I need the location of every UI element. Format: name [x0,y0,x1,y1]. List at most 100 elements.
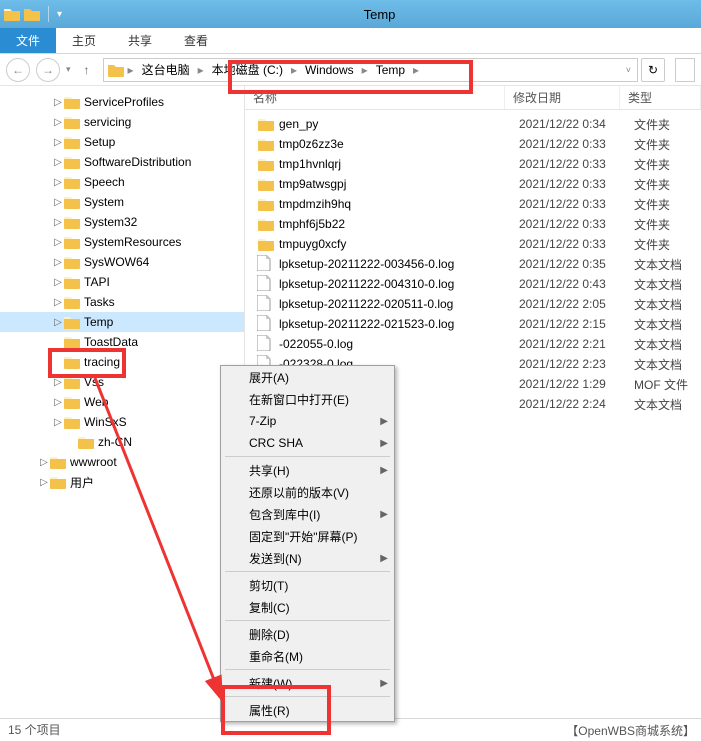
breadcrumb-dropdown-icon[interactable]: ˅ [626,65,631,75]
tree-expand-icon[interactable]: ▷ [52,297,64,308]
col-date[interactable]: 修改日期 [505,86,620,109]
menu-item[interactable]: 包含到库中(I)▶ [221,503,394,525]
tree-item[interactable]: ▷SoftwareDistribution [0,152,244,172]
tree-item[interactable]: ▷SystemResources [0,232,244,252]
menu-item[interactable]: 复制(C) [221,596,394,618]
tree-item[interactable]: ▷ToastData [0,332,244,352]
tree-expand-icon[interactable]: ▷ [52,377,64,388]
back-button[interactable]: ← [6,58,30,82]
file-row[interactable]: tmp1hvnlqrj2021/12/22 0:33文件夹 [245,154,701,174]
tab-home[interactable]: 主页 [56,28,112,53]
file-row[interactable]: lpksetup-20211222-021523-0.log2021/12/22… [245,314,701,334]
col-name[interactable]: 名称 [245,86,505,109]
tree-item[interactable]: ▷Tasks [0,292,244,312]
tree-expand-icon[interactable]: ▷ [38,457,50,468]
folder-icon [64,295,80,309]
context-menu[interactable]: 展开(A)在新窗口中打开(E)7-Zip▶CRC SHA▶共享(H)▶还原以前的… [220,365,395,722]
folder-icon [64,95,80,109]
file-date: 2021/12/22 0:33 [519,137,634,151]
file-row[interactable]: tmphf6j5b222021/12/22 0:33文件夹 [245,214,701,234]
crumb-windows[interactable]: Windows [299,63,360,77]
crumb-drive[interactable]: 本地磁盘 (C:) [206,61,289,78]
tree-expand-icon[interactable]: ▷ [52,277,64,288]
file-row[interactable]: -022055-0.log2021/12/22 2:21文本文档 [245,334,701,354]
menu-item[interactable]: 在新窗口中打开(E) [221,388,394,410]
tree-item[interactable]: ▷System [0,192,244,212]
tree-expand-icon[interactable]: ▷ [52,417,64,428]
crumb-pc[interactable]: 这台电脑 [136,61,196,78]
tab-view[interactable]: 查看 [168,28,224,53]
qat-new-folder-icon[interactable] [24,7,40,21]
tree-item[interactable]: ▷SysWOW64 [0,252,244,272]
menu-item[interactable]: 删除(D) [221,623,394,645]
tree-expand-icon[interactable]: ▷ [38,477,50,488]
tree-item[interactable]: ▷zh-CN [0,432,244,452]
tree-item[interactable]: ▷servicing [0,112,244,132]
tree-item[interactable]: ▷tracing [0,352,244,372]
tree-expand-icon[interactable]: ▷ [52,257,64,268]
file-row[interactable]: tmpdmzih9hq2021/12/22 0:33文件夹 [245,194,701,214]
menu-item[interactable]: 新建(W)▶ [221,672,394,694]
file-row[interactable]: lpksetup-20211222-004310-0.log2021/12/22… [245,274,701,294]
menu-label: CRC SHA [249,436,303,450]
file-row[interactable]: gen_py2021/12/22 0:34文件夹 [245,114,701,134]
menu-item[interactable]: CRC SHA▶ [221,432,394,454]
tree-expand-icon[interactable]: ▷ [52,217,64,228]
folder-icon [64,275,80,289]
tree-expand-icon[interactable]: ▷ [52,117,64,128]
tree-item[interactable]: ▷Temp [0,312,244,332]
tree-expand-icon[interactable]: ▷ [52,397,64,408]
tree-expand-icon[interactable]: ▷ [52,237,64,248]
tree-expand-icon[interactable]: ▷ [52,97,64,108]
forward-button[interactable]: → [36,58,60,82]
file-row[interactable]: lpksetup-20211222-020511-0.log2021/12/22… [245,294,701,314]
menu-item[interactable]: 还原以前的版本(V) [221,481,394,503]
file-row[interactable]: tmp9atwsgpj2021/12/22 0:33文件夹 [245,174,701,194]
qat: ▾ [4,6,62,22]
column-header[interactable]: 名称 修改日期 类型 [245,86,701,110]
tree-item[interactable]: ▷ServiceProfiles [0,92,244,112]
file-name: tmp1hvnlqrj [279,157,519,171]
crumb-temp[interactable]: Temp [370,63,411,77]
menu-item[interactable]: 重命名(M) [221,645,394,667]
tree-item[interactable]: ▷wwwroot [0,452,244,472]
tree-item[interactable]: ▷用户 [0,472,244,492]
search-box[interactable] [675,58,695,82]
folder-icon [64,395,80,409]
tree-expand-icon[interactable]: ▷ [52,137,64,148]
tree-expand-icon[interactable]: ▷ [52,197,64,208]
file-row[interactable]: tmpuyg0xcfy2021/12/22 0:33文件夹 [245,234,701,254]
menu-item[interactable]: 发送到(N)▶ [221,547,394,569]
tree-item[interactable]: ▷Setup [0,132,244,152]
tab-share[interactable]: 共享 [112,28,168,53]
file-row[interactable]: lpksetup-20211222-003456-0.log2021/12/22… [245,254,701,274]
submenu-arrow-icon: ▶ [380,465,388,476]
menu-item[interactable]: 共享(H)▶ [221,459,394,481]
tree-expand-icon[interactable]: ▷ [52,177,64,188]
menu-item[interactable]: 剪切(T) [221,574,394,596]
tree-item[interactable]: ▷System32 [0,212,244,232]
file-type: 文件夹 [634,136,701,153]
tree-item[interactable]: ▷Web [0,392,244,412]
menu-item[interactable]: 7-Zip▶ [221,410,394,432]
folder-icon [257,137,275,151]
tree-view[interactable]: ▷ServiceProfiles▷servicing▷Setup▷Softwar… [0,86,245,718]
tree-expand-icon[interactable]: ▷ [52,157,64,168]
folder-icon [64,115,80,129]
breadcrumb[interactable]: ▸ 这台电脑▸ 本地磁盘 (C:)▸ Windows▸ Temp▸ [103,58,638,82]
tree-item[interactable]: ▷TAPI [0,272,244,292]
col-type[interactable]: 类型 [620,86,701,109]
tab-file[interactable]: 文件 [0,28,56,53]
menu-item[interactable]: 展开(A) [221,366,394,388]
up-button[interactable]: ↑ [77,60,97,80]
tree-expand-icon[interactable]: ▷ [52,317,64,328]
history-dropdown-icon[interactable]: ▾ [66,64,71,75]
file-row[interactable]: tmp0z6zz3e2021/12/22 0:33文件夹 [245,134,701,154]
refresh-button[interactable]: ↻ [641,58,665,82]
tree-item[interactable]: ▷Vss [0,372,244,392]
menu-item[interactable]: 固定到"开始"屏幕(P) [221,525,394,547]
folder-icon [64,415,80,429]
tree-item[interactable]: ▷WinSxS [0,412,244,432]
tree-item[interactable]: ▷Speech [0,172,244,192]
menu-item[interactable]: 属性(R) [221,699,394,721]
